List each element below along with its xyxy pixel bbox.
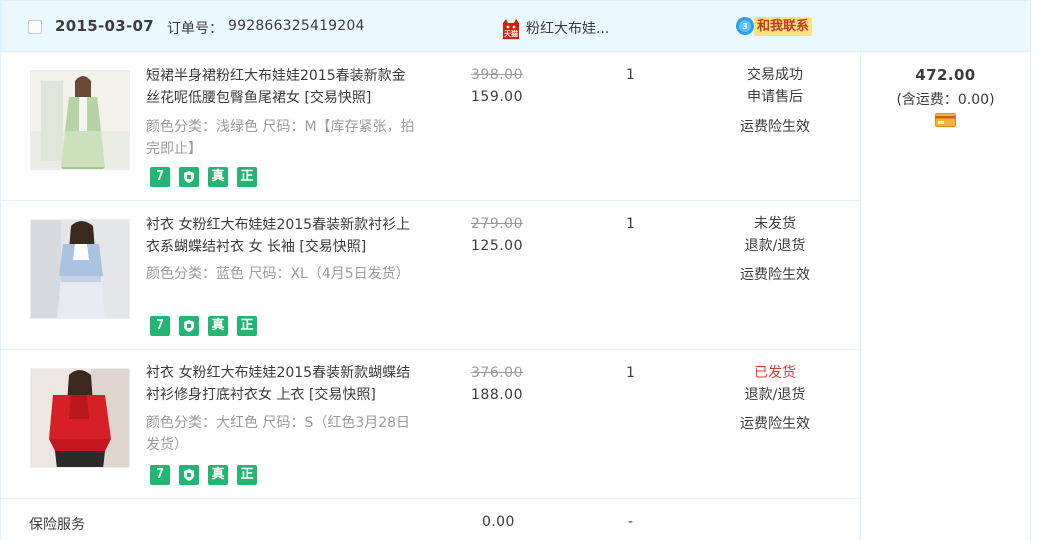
shop-name-link[interactable]: 粉红大布娃... — [526, 18, 609, 38]
quantity: 1 — [626, 216, 635, 232]
order-total: 472.00 — [915, 66, 976, 84]
row-divider — [1, 498, 860, 499]
product-sku: 颜色分类：大红色 尺码：S（红色3月28日发货） — [146, 415, 411, 453]
shipping-fee: (含运费：0.00) — [896, 92, 995, 108]
order-checkbox[interactable] — [28, 20, 42, 34]
seven-day-return-icon[interactable]: 7 — [150, 167, 170, 187]
refund-return-link[interactable]: 退款/退货 — [701, 235, 849, 257]
authentic-icon[interactable]: 真 — [208, 465, 228, 485]
order-card: 2015-03-07 订单号： 992866325419204 天猫 粉红大布娃… — [0, 0, 1038, 540]
product-sku: 颜色分类：浅绿色 尺码：M【库存紧张，拍完即止】 — [146, 119, 415, 157]
original-price: 376.00 — [471, 365, 523, 381]
order-date: 2015-03-07 — [55, 17, 154, 35]
insurance-service-price: 0.00 — [482, 514, 515, 530]
actual-price: 125.00 — [471, 238, 523, 254]
authentic-icon[interactable]: 真 — [208, 316, 228, 336]
tmall-icon[interactable]: 天猫 — [500, 18, 522, 40]
guarantee-icon[interactable] — [179, 316, 199, 336]
quantity: 1 — [626, 67, 635, 83]
authentic-icon[interactable]: 真 — [208, 167, 228, 187]
product-title-link[interactable]: 衬衣 女粉红大布娃娃2015春装新款衬衫上衣系蝴蝶结衬衣 女 长袖 [交易快照] — [146, 214, 416, 258]
order-number-label: 订单号： — [167, 21, 223, 37]
service-badges: 7 真正 — [150, 316, 266, 336]
product-photo-red-blouse — [31, 369, 129, 467]
order-status[interactable]: 未发货 — [701, 213, 849, 235]
order-status[interactable]: 已发货 — [701, 362, 849, 384]
contact-seller-button[interactable]: 和我联系 — [754, 17, 813, 36]
product-title-link[interactable]: 短裙半身裙粉红大布娃娃2015春装新款金丝花呢低腰包臀鱼尾裙女 [交易快照] — [146, 65, 416, 109]
original-price: 279.00 — [471, 216, 523, 232]
genuine-icon[interactable]: 正 — [237, 465, 257, 485]
service-badges: 7 真正 — [150, 465, 266, 485]
tmall-logo-text: 天猫 — [504, 29, 518, 38]
product-photo-green-outfit — [31, 71, 129, 169]
guarantee-icon[interactable] — [179, 465, 199, 485]
genuine-icon[interactable]: 正 — [237, 167, 257, 187]
order-header: 2015-03-07 订单号： 992866325419204 天猫 粉红大布娃… — [1, 0, 1031, 52]
card-icon[interactable] — [935, 113, 956, 127]
service-badges: 7 真正 — [150, 167, 266, 187]
seven-day-return-icon[interactable]: 7 — [150, 316, 170, 336]
product-image[interactable] — [30, 368, 130, 468]
original-price: 398.00 — [471, 67, 523, 83]
column-divider — [1030, 52, 1031, 540]
shipping-insurance-link[interactable]: 运费险生效 — [701, 413, 849, 433]
shipping-insurance-link[interactable]: 运费险生效 — [701, 264, 849, 284]
genuine-icon[interactable]: 正 — [237, 316, 257, 336]
column-divider — [860, 52, 861, 540]
order-item: 衬衣 女粉红大布娃娃2015春装新款衬衫上衣系蝴蝶结衬衣 女 长袖 [交易快照]… — [1, 201, 860, 350]
guarantee-icon[interactable] — [179, 167, 199, 187]
shipping-insurance-link[interactable]: 运费险生效 — [701, 116, 849, 136]
product-sku: 颜色分类：蓝色 尺码：XL（4月5日发货） — [146, 266, 410, 282]
actual-price: 159.00 — [471, 89, 523, 105]
wangwang-badge-count: 3 — [742, 22, 748, 31]
after-sale-link[interactable]: 申请售后 — [701, 86, 849, 108]
insurance-service-quantity: - — [628, 514, 634, 530]
refund-return-link[interactable]: 退款/退货 — [701, 384, 849, 406]
product-title-link[interactable]: 衬衣 女粉红大布娃娃2015春装新款蝴蝶结衬衫修身打底衬衣女 上衣 [交易快照] — [146, 362, 416, 406]
order-item: 衬衣 女粉红大布娃娃2015春装新款蝴蝶结衬衫修身打底衬衣女 上衣 [交易快照]… — [1, 350, 860, 499]
actual-price: 188.00 — [471, 387, 523, 403]
order-status[interactable]: 交易成功 — [701, 64, 849, 86]
product-image[interactable] — [30, 219, 130, 319]
order-number: 992866325419204 — [228, 18, 365, 34]
quantity: 1 — [626, 365, 635, 381]
wangwang-icon[interactable]: 3 — [735, 16, 755, 36]
seven-day-return-icon[interactable]: 7 — [150, 465, 170, 485]
product-image[interactable] — [30, 70, 130, 170]
product-photo-blue-blouse — [31, 220, 129, 318]
insurance-service-label: 保险服务 — [29, 517, 85, 533]
order-item: 短裙半身裙粉红大布娃娃2015春装新款金丝花呢低腰包臀鱼尾裙女 [交易快照] 颜… — [1, 52, 860, 201]
